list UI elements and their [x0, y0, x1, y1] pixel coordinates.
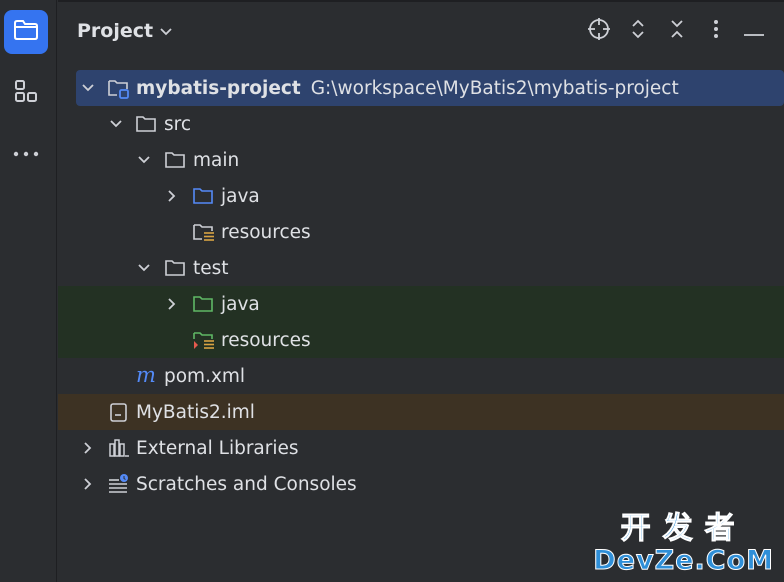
tree-node-src[interactable]: src	[58, 106, 784, 142]
pom-label: pom.xml	[164, 365, 246, 387]
expand-collapse-icon	[630, 18, 646, 44]
scratches-icon	[107, 473, 131, 495]
chevron-down-icon[interactable]	[137, 153, 151, 167]
main-java-label: java	[221, 185, 260, 207]
svg-text:m: m	[136, 365, 156, 387]
main-label: main	[193, 149, 240, 171]
project-tree: mybatis-project G:\workspace\MyBatis2\myb…	[58, 70, 784, 502]
tree-node-test[interactable]: test	[58, 250, 784, 286]
project-panel: Project mybatis-project G:\workspace\MyB…	[58, 0, 784, 582]
chevron-down-icon	[159, 20, 173, 42]
source-folder-icon	[192, 185, 216, 207]
minimize-icon	[743, 22, 765, 41]
project-root-label: mybatis-project G:\workspace\MyBatis2\myb…	[136, 78, 679, 99]
tree-node-pom[interactable]: m pom.xml	[58, 358, 784, 394]
tree-node-main[interactable]: main	[58, 142, 784, 178]
external-libraries-label: External Libraries	[136, 437, 299, 459]
tree-node-main-resources[interactable]: resources	[58, 214, 784, 250]
folder-icon	[135, 113, 159, 135]
chevron-down-icon[interactable]	[137, 261, 151, 275]
tree-node-project-root[interactable]: mybatis-project G:\workspace\MyBatis2\myb…	[76, 70, 784, 106]
collapse-all-icon	[669, 18, 685, 44]
tool-window-strip	[0, 0, 57, 582]
panel-top-border	[58, 0, 784, 2]
structure-icon	[13, 78, 39, 108]
folder-icon	[164, 149, 188, 171]
options-icon	[713, 18, 719, 44]
iml-label: MyBatis2.iml	[136, 401, 255, 423]
file-icon	[107, 401, 131, 423]
test-label: test	[193, 257, 229, 279]
locate-button[interactable]	[586, 18, 612, 44]
main-resources-label: resources	[221, 221, 311, 243]
project-name: mybatis-project	[136, 77, 301, 99]
chevron-right-icon[interactable]	[165, 189, 179, 203]
watermark-logo: 开发者 DevZe.CoM	[593, 511, 774, 576]
project-path: G:\workspace\MyBatis2\mybatis-project	[310, 77, 679, 99]
resources-folder-icon	[192, 221, 216, 243]
options-button[interactable]	[703, 18, 729, 44]
collapse-all-button[interactable]	[664, 18, 690, 44]
folder-icon	[13, 19, 39, 45]
chevron-right-icon[interactable]	[81, 477, 95, 491]
panel-header: Project	[58, 14, 784, 50]
tree-node-iml[interactable]: MyBatis2.iml	[58, 394, 784, 430]
src-label: src	[164, 113, 192, 135]
panel-title: Project	[77, 20, 154, 42]
chevron-down-icon[interactable]	[109, 117, 123, 131]
watermark-top-text: 开发者	[620, 511, 747, 546]
tree-node-test-java[interactable]: java	[58, 286, 784, 322]
tree-node-main-java[interactable]: java	[58, 178, 784, 214]
folder-icon	[164, 257, 188, 279]
chevron-right-icon[interactable]	[81, 441, 95, 455]
module-folder-icon	[107, 77, 131, 99]
locate-icon	[587, 17, 611, 45]
chevron-down-icon[interactable]	[81, 81, 95, 95]
hide-panel-button[interactable]	[741, 18, 767, 44]
scratches-label: Scratches and Consoles	[136, 473, 357, 495]
chevron-right-icon[interactable]	[165, 297, 179, 311]
tree-node-test-resources[interactable]: resources	[58, 322, 784, 358]
test-resources-label: resources	[221, 329, 311, 351]
more-tools-button[interactable]	[4, 130, 48, 174]
structure-tool-button[interactable]	[4, 71, 48, 115]
test-java-label: java	[221, 293, 260, 315]
tree-node-external-libraries[interactable]: External Libraries	[58, 430, 784, 466]
test-resources-folder-icon	[192, 329, 216, 351]
watermark-bottom-text: DevZe.CoM	[593, 545, 774, 576]
maven-icon: m	[135, 365, 159, 387]
tree-node-scratches[interactable]: Scratches and Consoles	[58, 466, 784, 502]
expand-all-button[interactable]	[625, 18, 651, 44]
test-source-folder-icon	[192, 293, 216, 315]
more-icon	[12, 143, 40, 162]
project-tool-button[interactable]	[4, 10, 48, 54]
library-icon	[107, 437, 131, 459]
view-selector[interactable]: Project	[77, 20, 173, 42]
